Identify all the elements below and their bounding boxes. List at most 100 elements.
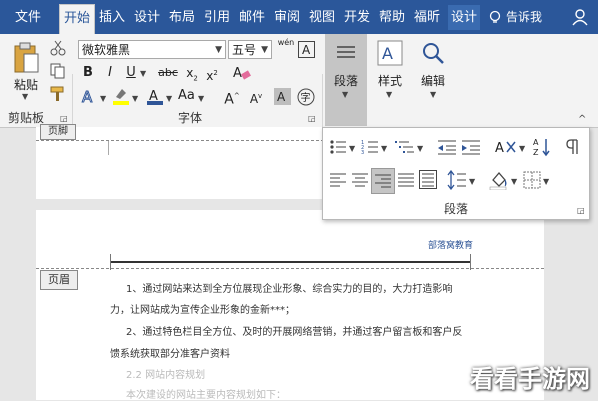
svg-text:A: A <box>495 141 504 156</box>
chevron-down-icon: ▼ <box>261 45 268 55</box>
align-left-icon[interactable] <box>329 171 347 189</box>
chevron-down-icon: ▼ <box>342 90 349 99</box>
increase-indent-icon[interactable] <box>461 138 481 156</box>
chinese-layout-dropdown-icon[interactable]: ▼ <box>519 144 525 153</box>
svg-text:A: A <box>382 44 393 63</box>
highlighter-icon[interactable] <box>112 87 130 105</box>
shading-icon[interactable] <box>489 170 509 190</box>
tab-references[interactable]: 引用 <box>202 5 232 30</box>
decrease-indent-icon[interactable] <box>437 138 457 156</box>
tab-developer[interactable]: 开发 <box>342 5 372 30</box>
align-right-button[interactable] <box>371 168 395 194</box>
svg-text:A: A <box>302 43 311 57</box>
text-effects-icon[interactable]: A <box>80 87 98 106</box>
tab-file[interactable]: 文件 <box>8 5 48 30</box>
header-tag: 页眉 <box>40 270 78 290</box>
enclose-characters-icon[interactable]: 字 <box>297 88 315 106</box>
justify-icon[interactable] <box>397 171 415 189</box>
character-shading-icon[interactable]: A <box>274 88 291 105</box>
bullets-dropdown-icon[interactable]: ▼ <box>349 144 355 153</box>
text-effects-dropdown-icon[interactable]: ▼ <box>100 94 106 103</box>
font-launcher-icon[interactable]: ◲ <box>308 114 316 123</box>
distributed-icon[interactable] <box>419 170 437 190</box>
tab-help[interactable]: 帮助 <box>377 5 407 30</box>
ribbon: 粘贴 ▼ 剪贴板 ◲ 微软雅黑 ▼ 五号 ▼ wén A B I U ▼ abc… <box>0 34 598 160</box>
grow-font-button[interactable]: A^ <box>222 87 242 108</box>
bold-button[interactable]: B <box>80 64 96 82</box>
cut-icon[interactable] <box>50 40 66 56</box>
editing-button[interactable]: 编辑 <box>414 72 452 89</box>
tab-insert[interactable]: 插入 <box>97 5 127 30</box>
subscript-button[interactable]: x2 <box>184 64 200 82</box>
tab-header-design[interactable]: 设计 <box>448 5 480 30</box>
underline-button[interactable]: U <box>124 64 138 82</box>
body-line-5[interactable]: 2.2 网站内容规划 <box>126 366 205 381</box>
paragraph-group-button[interactable]: 段落 ▼ <box>325 34 367 126</box>
styles-button[interactable]: 样式 <box>372 72 408 89</box>
line-spacing-icon[interactable] <box>447 170 467 190</box>
body-line-6[interactable]: 本次建设的网站主要内容规划如下： <box>126 386 286 401</box>
user-icon[interactable] <box>572 8 590 26</box>
body-line-1[interactable]: 1、通过网站来达到全方位展现企业形象、综合实力的目的，大力打造影响 <box>126 280 452 295</box>
paragraph-launcher-icon[interactable]: ◲ <box>577 206 585 215</box>
clear-formatting-icon[interactable]: A <box>232 64 252 82</box>
body-line-3[interactable]: 2、通过特色栏目全方位、及时的开展网络营销，并通过客户留言板和客户反 <box>126 323 462 338</box>
font-size-value: 五号 <box>232 43 257 57</box>
find-icon[interactable] <box>420 40 446 66</box>
header-rule <box>110 261 470 263</box>
shrink-font-button[interactable]: Av <box>246 87 266 106</box>
body-line-4[interactable]: 馈系统获取部分准客户资料 <box>110 345 230 360</box>
paste-dropdown-icon[interactable]: ▼ <box>22 92 28 101</box>
strikethrough-button[interactable]: abc <box>156 64 180 82</box>
collapse-ribbon-icon[interactable]: ^ <box>578 114 586 125</box>
phonetic-guide-button[interactable]: wén <box>276 38 296 56</box>
paste-icon[interactable] <box>12 42 42 76</box>
styles-icon[interactable]: A <box>377 40 403 66</box>
change-case-button[interactable]: Aa <box>178 87 195 105</box>
tab-layout[interactable]: 布局 <box>167 5 197 30</box>
align-center-icon[interactable] <box>351 171 369 189</box>
font-group-label: 字体 <box>178 111 203 125</box>
font-size-combo[interactable]: 五号 ▼ <box>228 40 272 59</box>
header-text[interactable]: 部落窝教育 <box>428 238 473 251</box>
format-painter-icon[interactable] <box>50 86 66 102</box>
sort-icon[interactable]: A Z <box>533 137 551 157</box>
font-name-combo[interactable]: 微软雅黑 ▼ <box>78 40 226 59</box>
bullets-icon[interactable] <box>329 138 347 156</box>
line-spacing-dropdown-icon[interactable]: ▼ <box>469 177 475 186</box>
tab-design[interactable]: 设计 <box>132 5 162 30</box>
tab-view[interactable]: 视图 <box>307 5 337 30</box>
multilevel-list-icon[interactable] <box>395 138 415 156</box>
underline-dropdown-icon[interactable]: ▼ <box>140 69 146 78</box>
multilevel-dropdown-icon[interactable]: ▼ <box>417 144 423 153</box>
chinese-layout-icon[interactable]: A <box>495 138 517 156</box>
margin-mark <box>108 141 109 155</box>
paste-button[interactable]: 粘贴 <box>10 76 42 93</box>
borders-dropdown-icon[interactable]: ▼ <box>543 177 549 186</box>
superscript-button[interactable]: x2 <box>204 64 220 83</box>
character-border-icon[interactable]: A <box>298 41 315 58</box>
show-marks-icon[interactable] <box>565 138 581 156</box>
font-color-icon[interactable]: A <box>146 87 164 105</box>
tell-me-search[interactable]: 告诉我 <box>506 5 542 30</box>
change-case-dropdown-icon[interactable]: ▼ <box>198 94 204 103</box>
highlight-dropdown-icon[interactable]: ▼ <box>132 94 138 103</box>
paragraph-label: 段落 <box>333 74 358 88</box>
copy-icon[interactable] <box>50 63 66 79</box>
numbering-dropdown-icon[interactable]: ▼ <box>381 144 387 153</box>
numbering-icon[interactable]: 1 2 3 <box>361 138 379 156</box>
body-line-2[interactable]: 力，让网站成为宣传企业形象的金新***； <box>110 301 295 316</box>
tab-foxit[interactable]: 福昕 <box>412 5 442 30</box>
tab-review[interactable]: 审阅 <box>272 5 302 30</box>
chevron-down-icon: ▼ <box>215 45 222 55</box>
shading-dropdown-icon[interactable]: ▼ <box>511 177 517 186</box>
italic-button[interactable]: I <box>102 64 118 82</box>
svg-text:A: A <box>277 90 286 104</box>
footer-tag: 页脚 <box>40 124 76 140</box>
clipboard-group-label: 剪贴板 <box>8 111 45 125</box>
font-color-dropdown-icon[interactable]: ▼ <box>166 94 172 103</box>
tab-mailings[interactable]: 邮件 <box>237 5 267 30</box>
borders-icon[interactable] <box>523 171 541 189</box>
clipboard-launcher-icon[interactable]: ◲ <box>60 114 68 123</box>
tab-home[interactable]: 开始 <box>59 4 95 35</box>
